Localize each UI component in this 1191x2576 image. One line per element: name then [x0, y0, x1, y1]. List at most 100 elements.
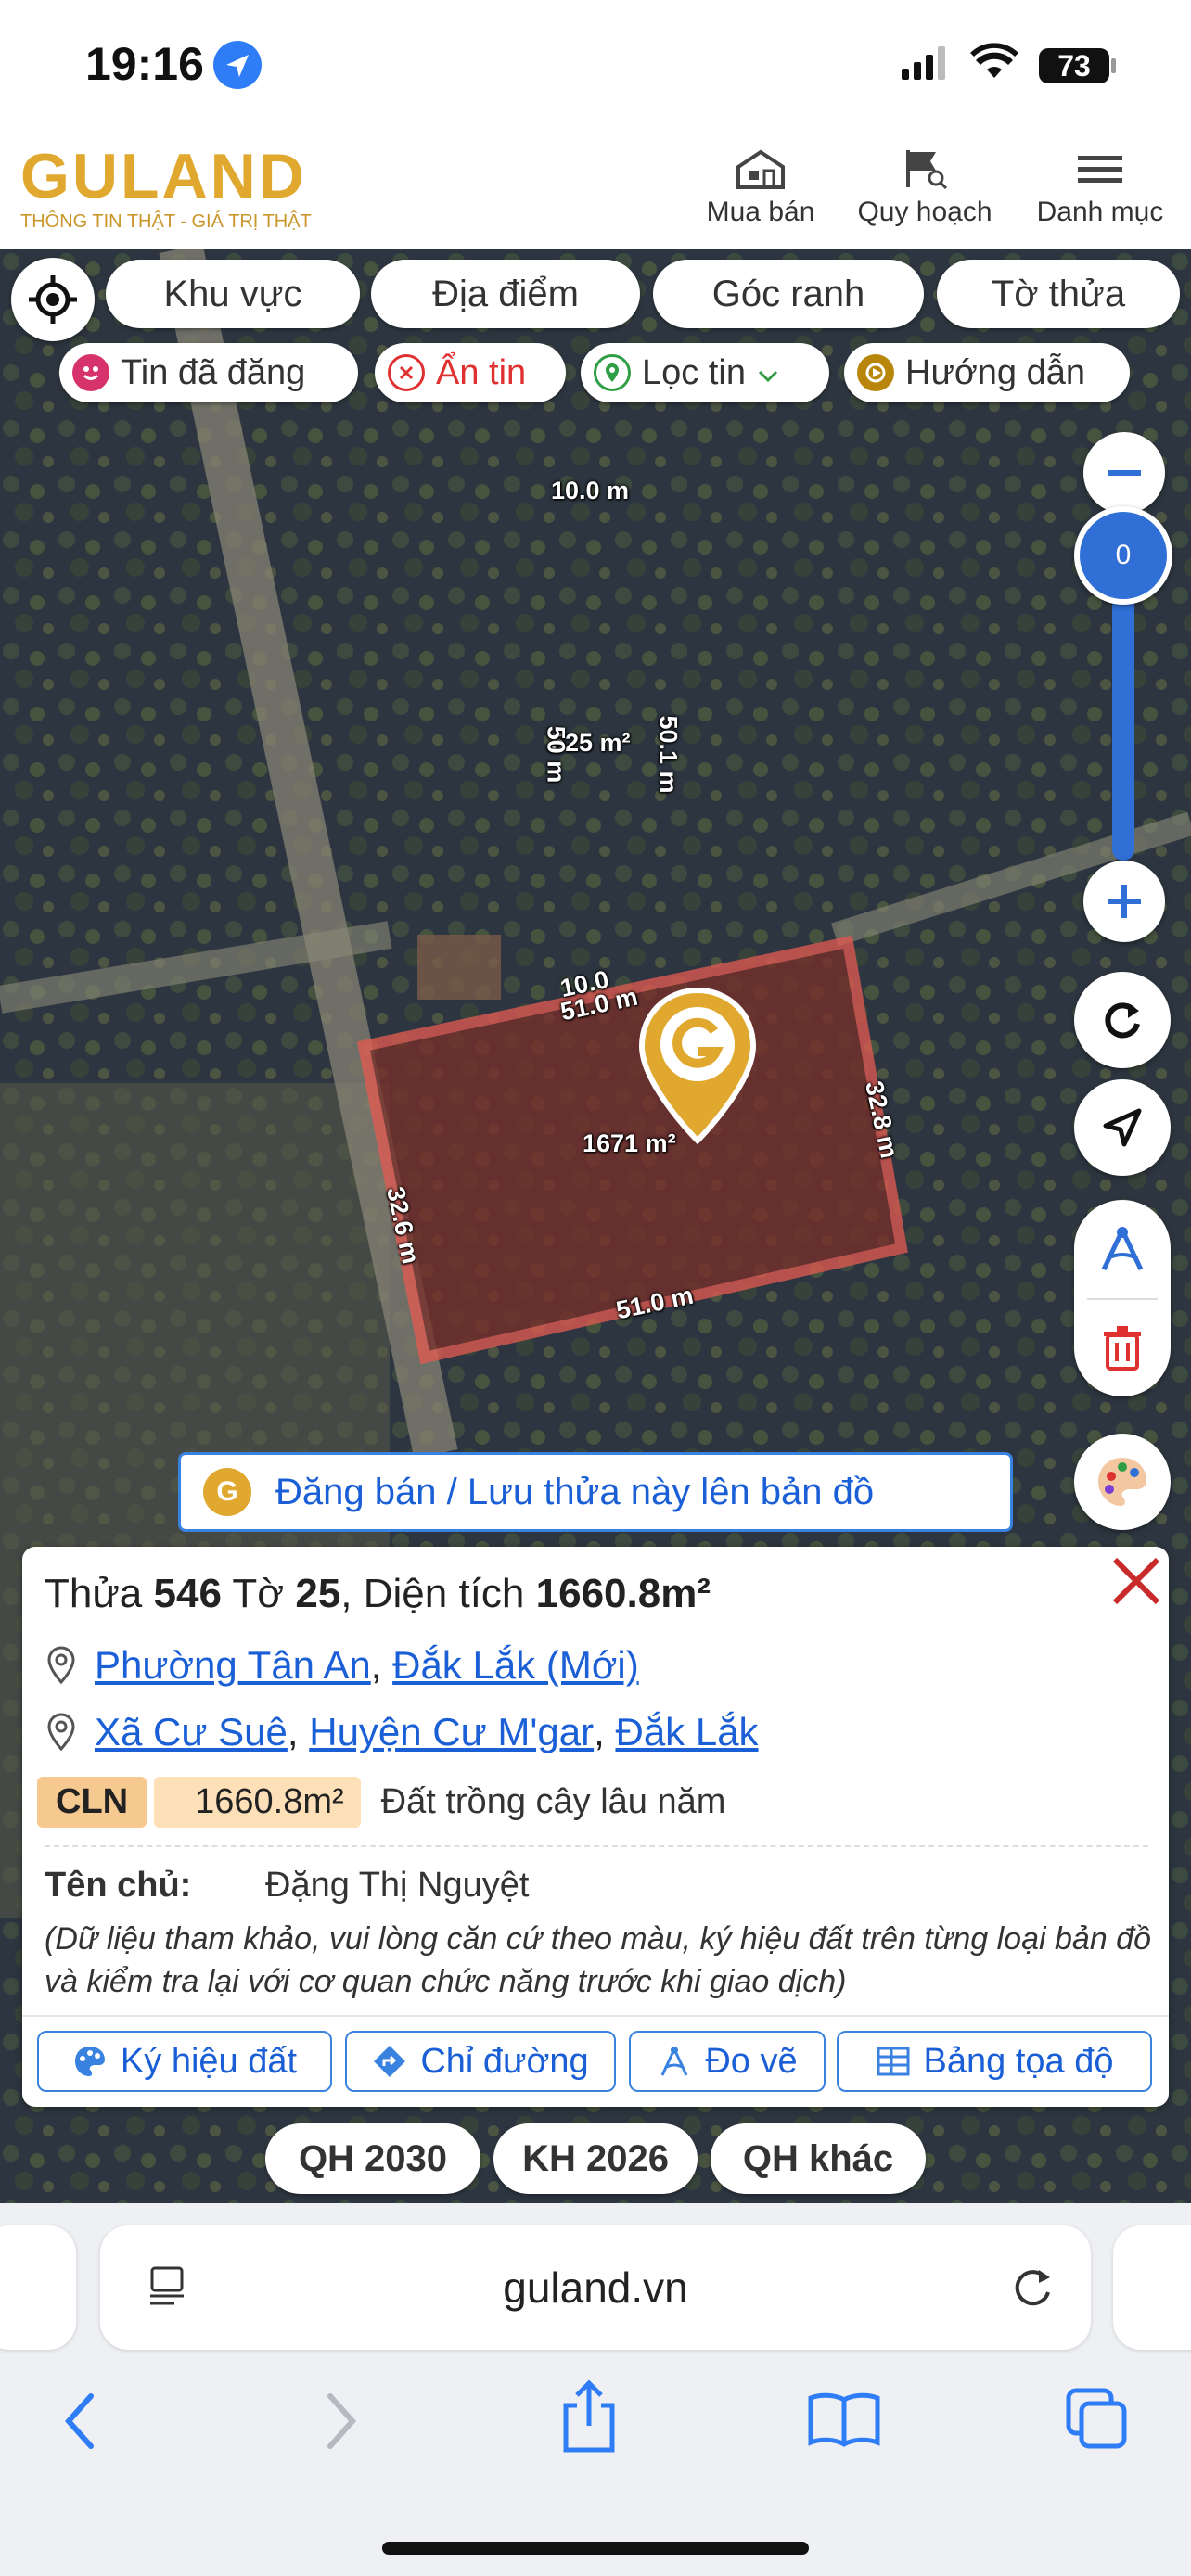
- nav-mua-ban[interactable]: Mua bán: [696, 147, 826, 239]
- status-time: 19:16: [85, 38, 204, 90]
- tab-khu-vuc-label: Khu vực: [163, 273, 302, 314]
- parcel-info-card: Thửa 546 Tờ 25, Diện tích 1660.8m² Phườn…: [22, 1547, 1169, 2107]
- location-pin-icon: [594, 354, 631, 391]
- map-search-icon: [906, 150, 948, 190]
- location-arrow-icon: [213, 41, 262, 89]
- land-area-badge: 1660.8m²: [154, 1776, 361, 1828]
- battery-icon: 73: [1039, 48, 1109, 83]
- land-symbol-button[interactable]: Ký hiệu đất: [37, 2031, 332, 2092]
- previous-tab-peek[interactable]: [0, 2225, 76, 2350]
- battery-level: 73: [1057, 49, 1091, 83]
- trash-icon: [1104, 1326, 1141, 1371]
- close-card-button[interactable]: [1108, 1552, 1165, 1610]
- measure-draw-button[interactable]: Đo vẽ: [629, 2031, 826, 2092]
- navigation-arrow-icon: [1103, 1108, 1142, 1147]
- post-listing-banner[interactable]: G Đăng bán / Lưu thửa này lên bản đồ: [178, 1452, 1013, 1532]
- parcel-area-label: , Diện tích: [340, 1571, 525, 1616]
- disclaimer-text: (Dữ liệu tham khảo, vui lòng căn cứ theo…: [45, 1921, 1151, 1999]
- nav-mua-ban-label: Mua bán: [706, 197, 815, 227]
- land-symbol-label: Ký hiệu đất: [120, 2041, 298, 2081]
- battery-cap: [1111, 58, 1116, 73]
- reload-icon[interactable]: [1007, 2261, 1059, 2317]
- chip-an-tin-label: Ẩn tin: [436, 352, 527, 392]
- parcel-to: 25: [295, 1571, 341, 1616]
- tab-to-thua[interactable]: Tờ thửa: [937, 260, 1180, 328]
- address-separator: ,: [594, 1710, 616, 1753]
- bookmarks-icon[interactable]: [807, 2391, 881, 2453]
- coordinate-table-button[interactable]: Bảng tọa độ: [837, 2031, 1152, 2092]
- nav-danh-muc[interactable]: Danh mục: [1026, 147, 1174, 239]
- tab-goc-ranh-label: Góc ranh: [711, 273, 865, 314]
- navigate-button[interactable]: [1074, 1079, 1171, 1176]
- plan-kh-2026[interactable]: KH 2026: [493, 2123, 698, 2194]
- chip-tin-da-dang-label: Tin đã đăng: [121, 352, 306, 392]
- cellular-signal-icon: [902, 46, 946, 84]
- crosshair-icon: [29, 275, 77, 324]
- address-bar[interactable]: guland.vn: [100, 2225, 1091, 2350]
- measure-top-plot-left: 50 m: [542, 725, 570, 784]
- measure-draw-label: Đo vẽ: [705, 2041, 798, 2081]
- guland-badge-icon: G: [203, 1468, 251, 1516]
- palette-icon: [1098, 1458, 1146, 1506]
- measure-tool-button[interactable]: [1074, 1200, 1171, 1298]
- hamburger-menu-icon: [1078, 156, 1122, 183]
- locate-me-button[interactable]: [11, 258, 95, 341]
- share-icon[interactable]: [557, 2378, 621, 2460]
- land-type-label: Đất trồng cây lâu năm: [380, 1781, 726, 1821]
- tab-goc-ranh[interactable]: Góc ranh: [653, 260, 924, 328]
- parcel-to-label: Tờ: [232, 1571, 285, 1616]
- refresh-map-button[interactable]: [1074, 972, 1171, 1068]
- tabs-icon[interactable]: [1063, 2385, 1130, 2456]
- tab-khu-vuc[interactable]: Khu vực: [106, 260, 360, 328]
- back-arrow-icon[interactable]: [58, 2389, 106, 2458]
- next-tab-peek[interactable]: [1113, 2225, 1191, 2350]
- chip-loc-tin[interactable]: Lọc tin: [581, 343, 829, 402]
- zoom-out-button[interactable]: [1083, 432, 1165, 514]
- chip-tin-da-dang[interactable]: Tin đã đăng: [59, 343, 358, 402]
- zoom-in-button[interactable]: [1083, 861, 1165, 942]
- guland-logo[interactable]: GULAND THÔNG TIN THẬT - GIÁ TRỊ THẬT: [20, 145, 327, 236]
- home-indicator: [382, 2542, 809, 2555]
- address-old-row: Xã Cư Suê, Huyện Cư M'gar, Đắk Lắk: [45, 1710, 759, 1754]
- compass-measure-icon: [660, 2047, 688, 2076]
- parcel-area: 1660.8m²: [535, 1571, 711, 1616]
- province-new-link[interactable]: Đắk Lắk (Mới): [392, 1643, 639, 1688]
- tab-to-thua-label: Tờ thửa: [991, 273, 1126, 314]
- delete-drawing-button[interactable]: [1074, 1300, 1171, 1396]
- logo-tagline: THÔNG TIN THẬT - GIÁ TRỊ THẬT: [20, 211, 312, 232]
- zoom-level-value: 0: [1115, 540, 1132, 570]
- measure-top-plot-right: 50.1 m: [654, 715, 683, 794]
- plan-qh-2030-label: QH 2030: [298, 2137, 448, 2179]
- tab-dia-diem[interactable]: Địa điểm: [371, 260, 640, 328]
- guland-pin-icon: [638, 987, 757, 1145]
- close-icon: [1112, 1557, 1160, 1605]
- province-old-link[interactable]: Đắk Lắk: [615, 1710, 758, 1754]
- map-pin-icon: [47, 1646, 75, 1685]
- forward-arrow-icon[interactable]: [315, 2389, 364, 2458]
- url-text: guland.vn: [503, 2264, 688, 2312]
- layer-style-button[interactable]: [1074, 1434, 1171, 1530]
- plan-qh-2030[interactable]: QH 2030: [265, 2123, 480, 2194]
- close-circle-icon: [388, 354, 425, 391]
- nav-quy-hoach[interactable]: Quy hoạch: [846, 147, 1004, 239]
- chip-an-tin[interactable]: Ẩn tin: [375, 343, 566, 402]
- commune-link[interactable]: Xã Cư Suê: [95, 1710, 288, 1754]
- compass-measure-icon: [1101, 1227, 1144, 1271]
- plus-icon: [1108, 885, 1141, 918]
- district-link[interactable]: Huyện Cư M'gar: [309, 1710, 594, 1754]
- owner-name: Đặng Thị Nguyệt: [265, 1866, 530, 1905]
- card-actions-divider: [22, 2015, 1169, 2017]
- nav-danh-muc-label: Danh mục: [1036, 197, 1164, 227]
- post-listing-label: Đăng bán / Lưu thửa này lên bản đồ: [275, 1471, 875, 1512]
- selected-parcel-marker[interactable]: [636, 987, 759, 1146]
- zoom-level-indicator[interactable]: 0: [1074, 506, 1172, 605]
- ward-link[interactable]: Phường Tân An: [95, 1643, 371, 1688]
- parcel-thua-label: Thửa: [45, 1571, 143, 1616]
- nav-quy-hoach-label: Quy hoạch: [857, 197, 992, 227]
- chevron-down-icon: [757, 353, 779, 393]
- plan-qh-khac[interactable]: QH khác: [711, 2123, 926, 2194]
- directions-button[interactable]: Chỉ đường: [345, 2031, 616, 2092]
- chip-huong-dan[interactable]: Hướng dẫn: [844, 343, 1130, 402]
- owner-label: Tên chủ:: [45, 1866, 192, 1905]
- address-new-row: Phường Tân An, Đắk Lắk (Mới): [45, 1643, 639, 1688]
